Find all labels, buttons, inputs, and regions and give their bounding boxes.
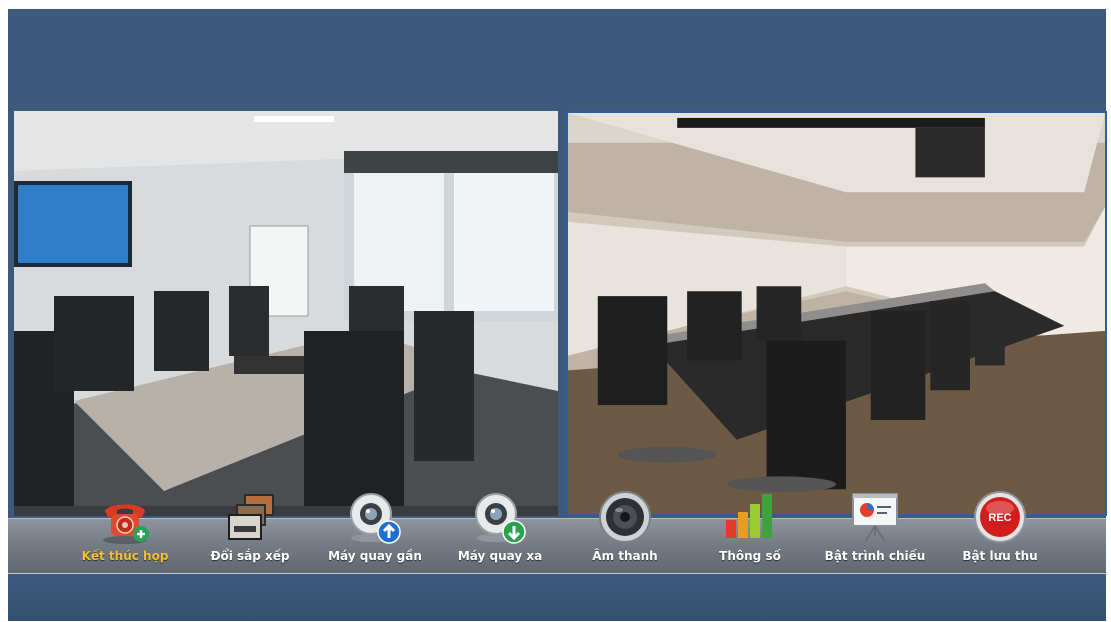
record-button[interactable]: REC Bật lưu thu [940, 490, 1060, 563]
audio-label: Âm thanh [592, 549, 658, 563]
camera-near-label: Máy quay gần [328, 549, 422, 563]
boardroom-image [568, 113, 1105, 514]
presentation-button[interactable]: Bật trình chiếu [815, 490, 935, 563]
video-feed-far[interactable] [566, 111, 1107, 516]
end-meeting-label: Kết thúc họp [81, 549, 169, 563]
statistics-icon [722, 490, 778, 546]
end-meeting-button[interactable]: Kết thúc họp [65, 490, 185, 563]
meeting-room-image [14, 111, 558, 516]
camera-near-button[interactable]: Máy quay gần [315, 490, 435, 563]
audio-button[interactable]: Âm thanh [565, 490, 685, 563]
record-icon: REC [972, 490, 1028, 546]
camera-far-button[interactable]: Máy quay xa [440, 490, 560, 563]
change-layout-button[interactable]: Đổi sắp xếp [190, 490, 310, 563]
camera-far-icon [472, 490, 528, 546]
speaker-icon [597, 490, 653, 546]
presentation-icon [847, 490, 903, 546]
bottom-bar [8, 574, 1106, 621]
change-layout-label: Đổi sắp xếp [210, 549, 290, 563]
statistics-button[interactable]: Thông số [690, 490, 810, 563]
record-badge-text: REC [988, 512, 1011, 524]
presentation-label: Bật trình chiếu [824, 549, 926, 563]
statistics-label: Thông số [719, 549, 781, 563]
record-label: Bật lưu thu [962, 549, 1038, 563]
video-feed-near[interactable] [14, 111, 558, 516]
camera-near-icon [347, 490, 403, 546]
camera-far-label: Máy quay xa [457, 549, 543, 563]
layout-switch-icon [222, 490, 278, 546]
phone-end-icon [97, 490, 153, 546]
